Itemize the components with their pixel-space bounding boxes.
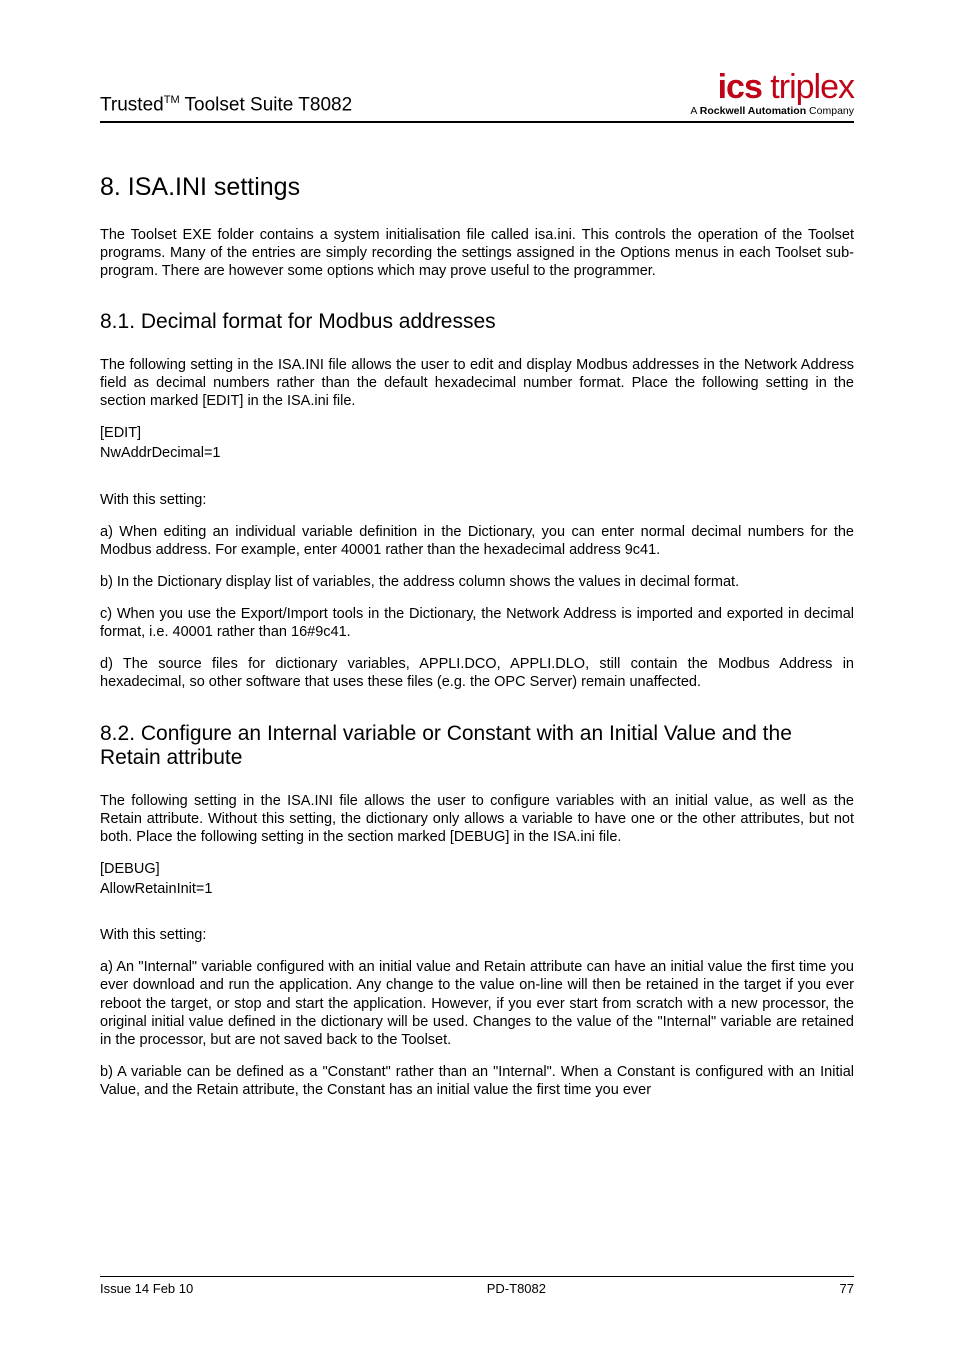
section-heading-8-2: 8.2. Configure an Internal variable or C…: [100, 722, 854, 770]
s82-config-value: AllowRetainInit=1: [100, 880, 854, 898]
s81-config-section: [EDIT]: [100, 424, 854, 442]
brand-logo: ics triplex A Rockwell Automation Compan…: [690, 70, 854, 117]
s81-item-b: b) In the Dictionary display list of var…: [100, 573, 854, 591]
s82-with-setting: With this setting:: [100, 926, 854, 944]
page-header: TrustedTM Toolset Suite T8082 ics triple…: [100, 70, 854, 123]
page-footer: Issue 14 Feb 10 PD-T8082 77: [100, 1276, 854, 1296]
trademark: TM: [164, 94, 180, 106]
s82-item-a: a) An "Internal" variable configured wit…: [100, 958, 854, 1049]
section-heading-8-1: 8.1. Decimal format for Modbus addresses: [100, 310, 854, 334]
s81-config-value: NwAddrDecimal=1: [100, 444, 854, 462]
s81-item-d: d) The source files for dictionary varia…: [100, 655, 854, 691]
footer-doc-id: PD-T8082: [487, 1281, 546, 1296]
product-name-right: Toolset Suite T8082: [180, 95, 353, 116]
logo-rest: triplex: [762, 68, 854, 106]
footer-page-number: 77: [840, 1281, 854, 1296]
intro-paragraph: The Toolset EXE folder contains a system…: [100, 226, 854, 280]
logo-sub-prefix: A: [690, 105, 699, 117]
footer-issue-date: Issue 14 Feb 10: [100, 1281, 193, 1296]
logo-sub-bold: Rockwell Automation: [700, 105, 806, 117]
logo-main-text: ics triplex: [690, 70, 854, 104]
logo-subtitle: A Rockwell Automation Company: [690, 106, 854, 117]
s81-item-c: c) When you use the Export/Import tools …: [100, 605, 854, 641]
s82-paragraph-1: The following setting in the ISA.INI fil…: [100, 792, 854, 846]
logo-sub-suffix: Company: [806, 105, 854, 117]
product-title: TrustedTM Toolset Suite T8082: [100, 94, 352, 116]
s81-paragraph-1: The following setting in the ISA.INI fil…: [100, 356, 854, 410]
section-heading-8: 8. ISA.INI settings: [100, 173, 854, 202]
product-name-left: Trusted: [100, 95, 164, 116]
logo-bold: ics: [718, 68, 762, 106]
s81-item-a: a) When editing an individual variable d…: [100, 523, 854, 559]
s81-with-setting: With this setting:: [100, 491, 854, 509]
s82-config-section: [DEBUG]: [100, 860, 854, 878]
s82-item-b: b) A variable can be defined as a "Const…: [100, 1063, 854, 1099]
